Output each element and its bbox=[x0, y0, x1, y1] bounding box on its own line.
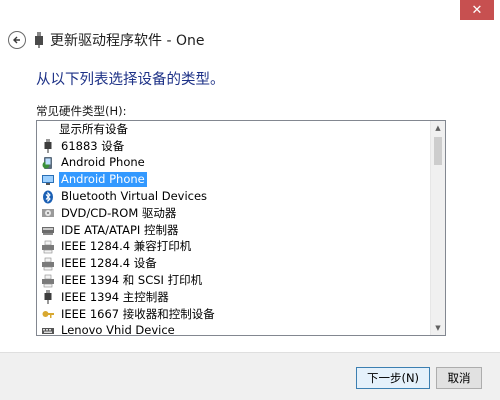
device-icon bbox=[35, 32, 43, 48]
device-plug-icon bbox=[41, 290, 55, 305]
dvd-drive-icon bbox=[41, 206, 55, 220]
list-item[interactable]: Bluetooth Virtual Devices bbox=[37, 188, 430, 205]
vertical-scrollbar[interactable]: ▲ ▼ bbox=[430, 121, 445, 335]
list-item[interactable]: Android Phone bbox=[37, 171, 430, 188]
monitor-phone-icon bbox=[41, 173, 55, 187]
list-item[interactable]: IEEE 1667 接收器和控制设备 bbox=[37, 306, 430, 323]
next-button[interactable]: 下一步(N) bbox=[356, 367, 430, 389]
list-item[interactable]: DVD/CD-ROM 驱动器 bbox=[37, 205, 430, 222]
list-item-label: IEEE 1394 主控制器 bbox=[61, 289, 169, 304]
printer-icon bbox=[41, 274, 55, 288]
bluetooth-icon bbox=[41, 190, 55, 204]
list-item[interactable]: IDE ATA/ATAPI 控制器 bbox=[37, 222, 430, 239]
back-arrow-icon bbox=[13, 36, 20, 44]
scroll-thumb[interactable] bbox=[434, 137, 442, 165]
scroll-up-icon[interactable]: ▲ bbox=[431, 121, 445, 135]
list-item-label: Android Phone bbox=[61, 155, 145, 170]
key-lock-icon bbox=[41, 307, 55, 321]
list-item[interactable]: 61883 设备 bbox=[37, 138, 430, 155]
list-item-label: IEEE 1284.4 设备 bbox=[61, 256, 157, 271]
list-item-label: IDE ATA/ATAPI 控制器 bbox=[61, 222, 179, 237]
hardware-type-label: 常见硬件类型(H): bbox=[36, 104, 127, 118]
list-items: 显示所有设备 61883 设备 Android Phone Android Phone… bbox=[37, 121, 430, 336]
window-title: 更新驱动程序软件 - One bbox=[50, 33, 205, 49]
list-item-label: Android Phone bbox=[59, 172, 147, 188]
list-item[interactable]: IEEE 1394 和 SCSI 打印机 bbox=[37, 272, 430, 289]
close-icon: ✕ bbox=[471, 2, 483, 18]
list-item-label: DVD/CD-ROM 驱动器 bbox=[61, 205, 177, 220]
button-bar: 下一步(N) 取消 bbox=[0, 352, 500, 400]
list-item-label: IEEE 1667 接收器和控制设备 bbox=[61, 306, 215, 321]
cancel-button[interactable]: 取消 bbox=[436, 367, 482, 389]
back-button[interactable] bbox=[8, 31, 26, 49]
list-item[interactable]: IEEE 1394 主控制器 bbox=[37, 289, 430, 306]
list-item-label: 显示所有设备 bbox=[59, 121, 128, 136]
list-item[interactable]: IEEE 1284.4 兼容打印机 bbox=[37, 239, 430, 256]
list-item[interactable]: Android Phone bbox=[37, 155, 430, 172]
list-item-label: 61883 设备 bbox=[61, 138, 125, 153]
phone-globe-icon bbox=[41, 156, 55, 170]
page-heading: 从以下列表选择设备的类型。 bbox=[36, 72, 225, 88]
device-plug-icon bbox=[41, 139, 55, 154]
list-item[interactable]: IEEE 1284.4 设备 bbox=[37, 255, 430, 272]
list-item[interactable]: 显示所有设备 bbox=[37, 121, 430, 138]
list-item-label: Bluetooth Virtual Devices bbox=[61, 189, 208, 204]
title-bar: 更新驱动程序软件 - One bbox=[8, 26, 492, 54]
list-item-label: IEEE 1284.4 兼容打印机 bbox=[61, 239, 192, 254]
printer-icon bbox=[41, 240, 55, 254]
keyboard-icon bbox=[41, 324, 55, 335]
driver-update-window: ✕ 更新驱动程序软件 - One 从以下列表选择设备的类型。 常见硬件类型(H)… bbox=[0, 0, 500, 400]
close-button[interactable]: ✕ bbox=[460, 0, 494, 20]
list-item[interactable]: Lenovo Vhid Device bbox=[37, 323, 430, 336]
printer-icon bbox=[41, 257, 55, 271]
ide-controller-icon bbox=[41, 223, 55, 237]
list-item-label: IEEE 1394 和 SCSI 打印机 bbox=[61, 273, 203, 288]
scroll-down-icon[interactable]: ▼ bbox=[431, 321, 445, 335]
list-item-label: Lenovo Vhid Device bbox=[61, 323, 175, 336]
hardware-type-list[interactable]: 显示所有设备 61883 设备 Android Phone Android Phone… bbox=[36, 120, 446, 336]
